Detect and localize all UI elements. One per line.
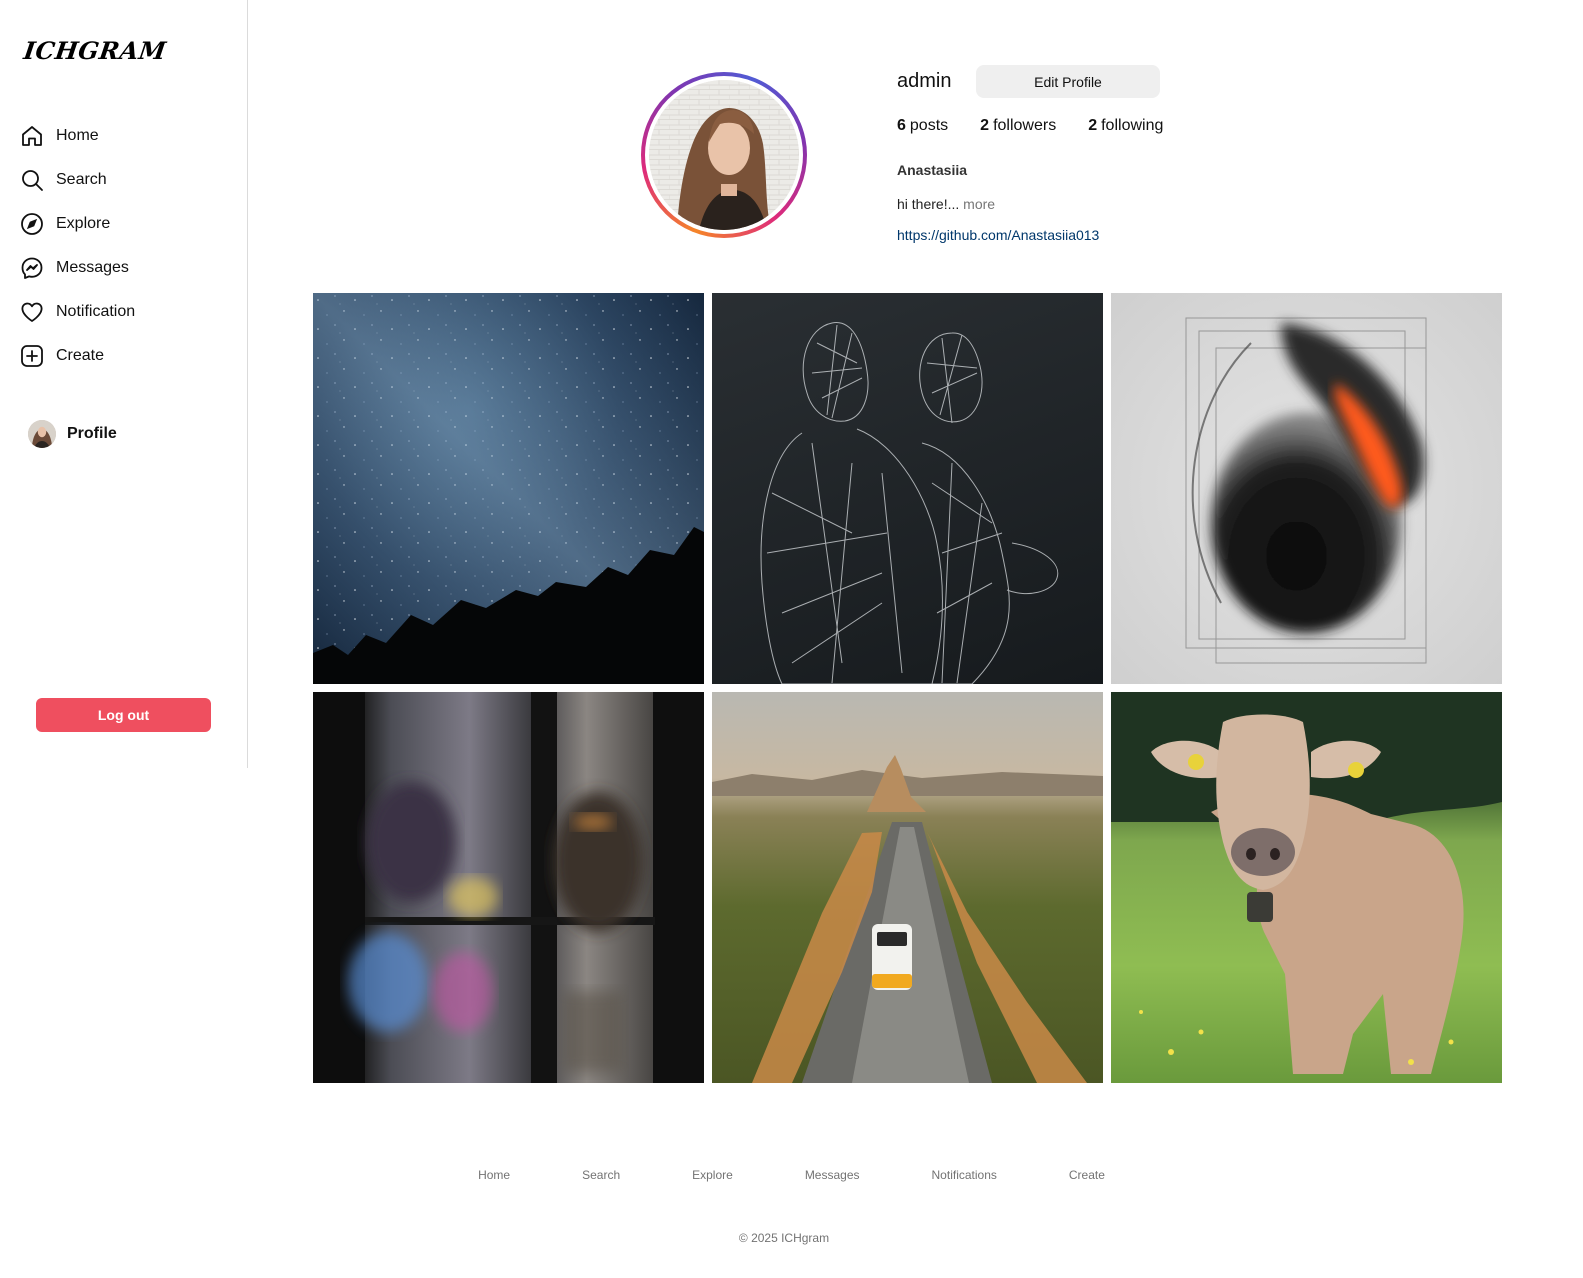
sidebar-nav: Home Search Explore Messages Notificatio…	[20, 114, 135, 378]
avatar-photo	[649, 80, 799, 230]
profile-stats: 6 posts 2 followers 2 following	[897, 117, 1195, 135]
footer-nav: Home Search Explore Messages Notificatio…	[0, 1168, 1583, 1182]
posts-label: posts	[909, 117, 949, 134]
post-thumbnail[interactable]	[712, 692, 1103, 1083]
search-icon	[22, 170, 43, 191]
footer-link-notifications[interactable]: Notifications	[932, 1168, 997, 1182]
bio-more-link[interactable]: more	[963, 196, 995, 212]
avatar	[28, 420, 56, 448]
heart-icon	[21, 302, 43, 322]
post-thumbnail[interactable]	[313, 293, 704, 684]
footer-link-create[interactable]: Create	[1069, 1168, 1105, 1182]
following-stat[interactable]: 2 following	[1088, 117, 1163, 135]
sidebar-item-label: Home	[56, 127, 99, 144]
plus-square-icon	[21, 345, 43, 367]
sidebar-item-messages[interactable]: Messages	[20, 246, 135, 290]
copyright-text: © 2025 ICHgram	[738, 1231, 830, 1245]
sidebar-item-search[interactable]: Search	[20, 158, 135, 202]
sidebar-item-create[interactable]: Create	[20, 334, 135, 378]
sidebar-item-label: Explore	[56, 215, 111, 232]
bio-text: hi there!...	[897, 196, 960, 212]
sidebar: ICHGRAM Home Search Explore Messages Not…	[0, 0, 248, 768]
messenger-icon	[21, 257, 43, 279]
sidebar-item-label: Create	[56, 347, 105, 364]
footer-link-explore[interactable]: Explore	[692, 1168, 733, 1182]
sidebar-item-label: Profile	[67, 425, 117, 442]
footer-link-messages[interactable]: Messages	[805, 1168, 860, 1182]
profile-website-link[interactable]: https://github.com/Anastasiia013	[897, 227, 1099, 243]
sidebar-item-explore[interactable]: Explore	[20, 202, 135, 246]
footer-link-search[interactable]: Search	[582, 1168, 620, 1182]
posts-grid	[313, 293, 1503, 1083]
post-thumbnail[interactable]	[1111, 293, 1502, 684]
sidebar-item-notification[interactable]: Notification	[20, 290, 135, 334]
home-icon	[22, 126, 42, 146]
footer-link-home[interactable]: Home	[478, 1168, 510, 1182]
edit-profile-button[interactable]: Edit Profile	[976, 65, 1160, 98]
sidebar-item-home[interactable]: Home	[20, 114, 135, 158]
followers-label: followers	[993, 117, 1057, 134]
post-thumbnail[interactable]	[313, 692, 704, 1083]
sidebar-item-label: Search	[56, 171, 107, 188]
following-label: following	[1101, 117, 1164, 134]
posts-count: 6	[897, 117, 906, 134]
sidebar-item-label: Notification	[56, 303, 136, 320]
followers-stat[interactable]: 2 followers	[980, 117, 1056, 135]
sidebar-item-profile[interactable]: Profile	[28, 420, 117, 448]
app-logo[interactable]: ICHGRAM	[22, 36, 168, 65]
profile-username: admin	[897, 70, 952, 92]
following-count: 2	[1088, 117, 1098, 134]
logout-button[interactable]: Log out	[36, 698, 211, 732]
sidebar-item-label: Messages	[56, 259, 129, 276]
followers-count: 2	[980, 117, 990, 134]
compass-icon	[21, 213, 43, 235]
profile-full-name: Anastasiia	[897, 162, 968, 178]
post-thumbnail[interactable]	[712, 293, 1103, 684]
post-thumbnail[interactable]	[1111, 692, 1502, 1083]
posts-stat: 6 posts	[897, 117, 948, 135]
profile-avatar[interactable]	[641, 72, 807, 238]
profile-bio: hi there!... more	[897, 196, 995, 212]
